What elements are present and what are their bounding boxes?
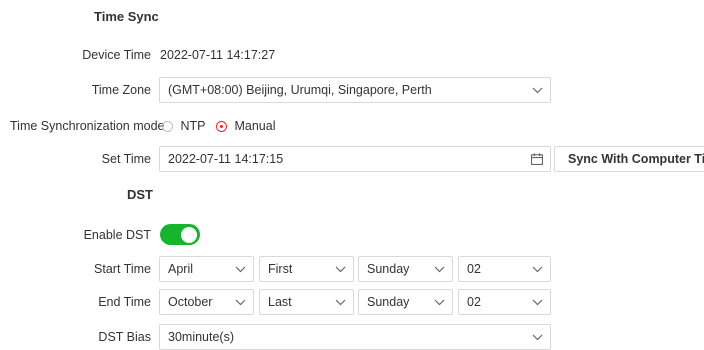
ntp-radio[interactable] (162, 121, 173, 133)
set-time-label: Set Time (101, 152, 151, 166)
chevron-down-icon (524, 325, 550, 349)
end-hour-select[interactable]: 02 (458, 289, 551, 315)
start-hour-select[interactable]: 02 (458, 256, 551, 282)
end-week-select[interactable]: Last (259, 289, 354, 315)
enable-dst-label: Enable DST (83, 228, 151, 242)
chevron-down-icon (327, 290, 353, 314)
end-day-value: Sunday (367, 295, 410, 309)
end-day-select[interactable]: Sunday (358, 289, 453, 315)
start-hour-value: 02 (467, 262, 481, 276)
ntp-radio-label: NTP (180, 119, 206, 133)
ntp-radio-option[interactable]: NTP (162, 119, 205, 133)
start-day-value: Sunday (367, 262, 410, 276)
chevron-down-icon (227, 257, 253, 281)
time-zone-select[interactable]: (GMT+08:00) Beijing, Urumqi, Singapore, … (159, 77, 551, 103)
start-time-label: Start Time (94, 262, 151, 276)
chevron-down-icon (227, 290, 253, 314)
sync-mode-label: Time Synchronization mode (10, 119, 165, 133)
enable-dst-toggle[interactable] (160, 224, 200, 245)
chevron-down-icon (524, 257, 550, 281)
chevron-down-icon (426, 290, 452, 314)
manual-radio-option[interactable]: Manual (216, 119, 275, 133)
toggle-knob (181, 226, 197, 243)
device-time-value: 2022-07-11 14:17:27 (160, 48, 276, 62)
calendar-icon[interactable] (524, 147, 550, 171)
start-month-select[interactable]: April (159, 256, 254, 282)
dst-bias-label: DST Bias (98, 330, 151, 344)
device-time-label: Device Time (82, 48, 151, 62)
end-month-value: October (168, 295, 213, 309)
chevron-down-icon (524, 78, 550, 102)
chevron-down-icon (327, 257, 353, 281)
chevron-down-icon (524, 290, 550, 314)
end-hour-value: 02 (467, 295, 481, 309)
time-sync-title: Time Sync (94, 9, 159, 24)
set-time-input[interactable]: 2022-07-11 14:17:15 (159, 146, 551, 172)
end-time-label: End Time (98, 295, 151, 309)
sync-with-computer-time-button[interactable]: Sync With Computer Ti... (554, 146, 704, 172)
time-zone-label: Time Zone (91, 83, 151, 97)
start-month-value: April (168, 262, 194, 276)
start-week-value: First (268, 262, 293, 276)
set-time-value: 2022-07-11 14:17:15 (168, 152, 284, 166)
end-month-select[interactable]: October (159, 289, 254, 315)
dst-bias-select[interactable]: 30minute(s) (159, 324, 551, 350)
manual-radio-label: Manual (234, 119, 276, 133)
dst-bias-value: 30minute(s) (168, 330, 234, 344)
time-zone-value: (GMT+08:00) Beijing, Urumqi, Singapore, … (168, 83, 432, 97)
chevron-down-icon (426, 257, 452, 281)
end-week-value: Last (268, 295, 292, 309)
start-day-select[interactable]: Sunday (358, 256, 453, 282)
manual-radio[interactable] (216, 121, 227, 133)
start-week-select[interactable]: First (259, 256, 354, 282)
dst-title: DST (127, 187, 153, 202)
